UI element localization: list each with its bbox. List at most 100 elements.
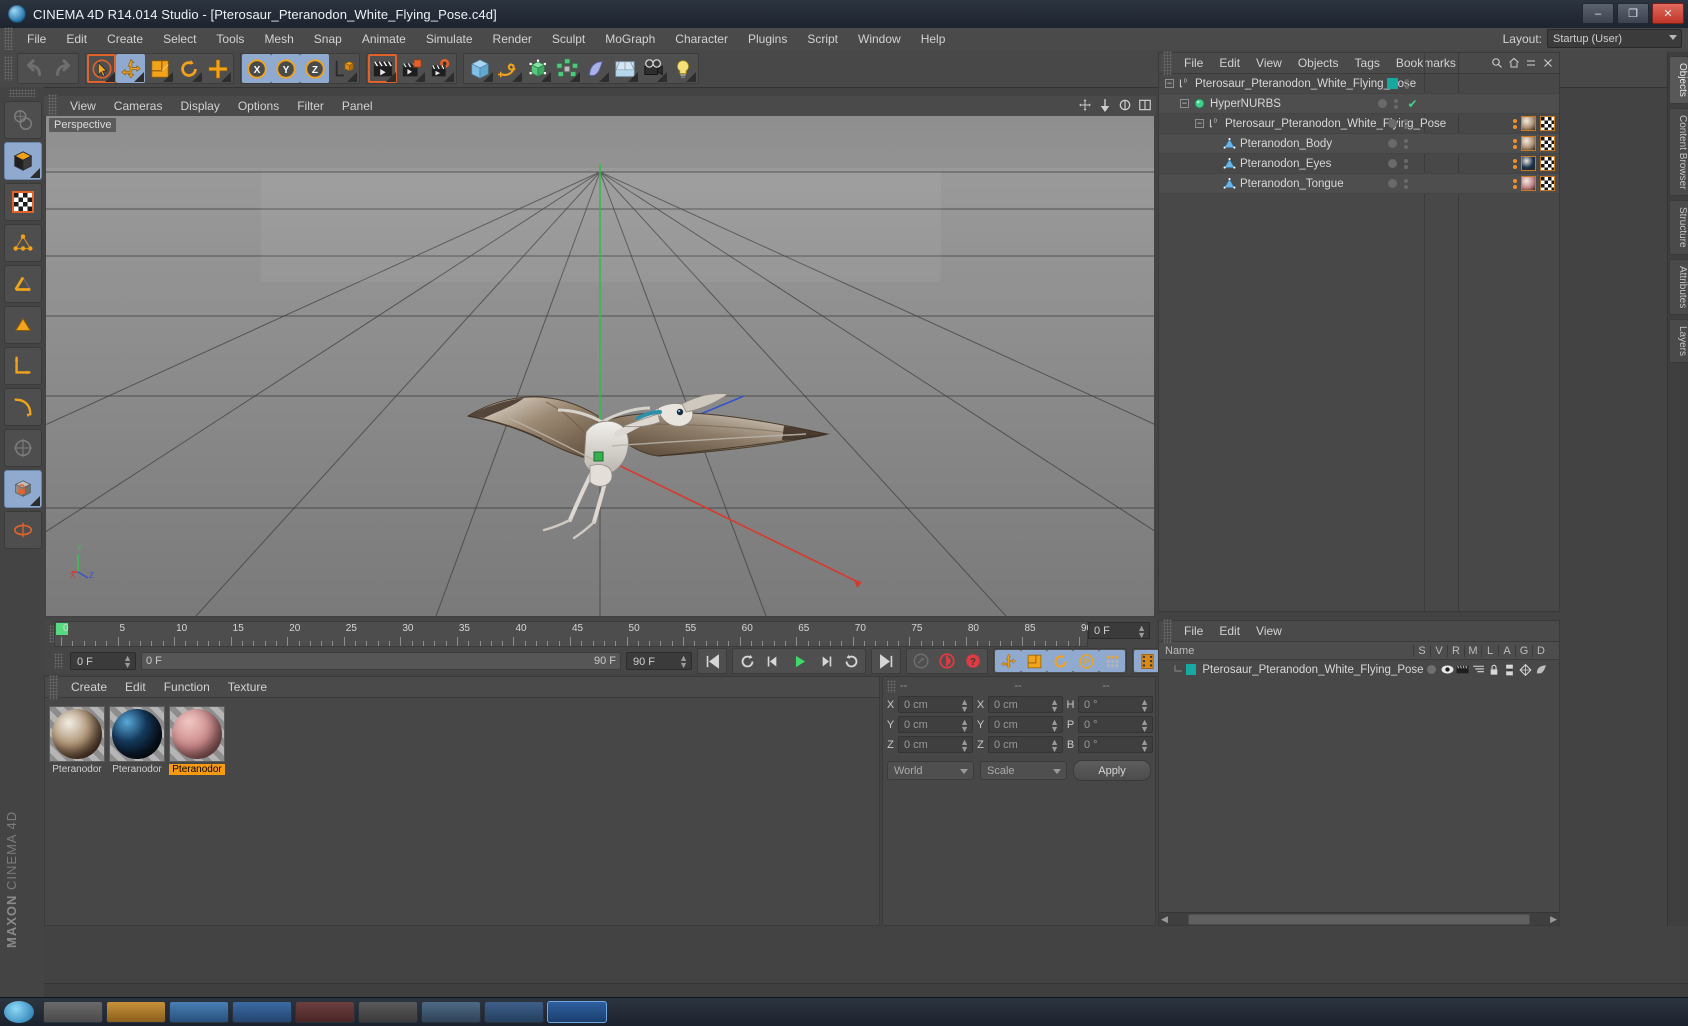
material-menu-function[interactable]: Function <box>155 677 219 697</box>
record-scale-button[interactable] <box>1021 650 1047 672</box>
object-row[interactable]: −0 Pterosaur_Pteranodon_White_Flying_Pose <box>1159 74 1559 94</box>
uvw-tag-icon[interactable] <box>1540 136 1555 151</box>
object-row[interactable]: Pteranodon_Eyes <box>1159 154 1559 174</box>
points-mode-button[interactable] <box>4 224 42 262</box>
coordinate-mode-dropdown[interactable]: Scale <box>980 761 1067 780</box>
menu-item-script[interactable]: Script <box>797 28 848 50</box>
material-item[interactable]: Pteranodor <box>49 706 105 775</box>
timeline-ruler[interactable]: 0 5 10 15 20 25 30 35 40 45 50 55 60 65 70 75 80 85 90 <box>54 621 1092 647</box>
dock-tab-objects[interactable]: Objects <box>1669 56 1688 104</box>
generators-icon[interactable] <box>1518 663 1534 676</box>
material-thumbnail[interactable] <box>109 706 165 762</box>
menu-item-simulate[interactable]: Simulate <box>416 28 483 50</box>
menu-grip[interactable] <box>4 26 13 52</box>
visibility-dot-icon[interactable] <box>1388 159 1397 168</box>
add-array-button[interactable] <box>552 54 581 83</box>
spinner-icon[interactable]: ▲ ▼ <box>1140 738 1149 754</box>
lock-x-button[interactable]: X <box>242 54 271 83</box>
visibility-dot-icon[interactable] <box>1388 139 1397 148</box>
go-to-start-button[interactable] <box>699 650 725 672</box>
menu-item-edit[interactable]: Edit <box>56 28 97 50</box>
layer-row[interactable]: Pterosaur_Pteranodon_White_Flying_Pose <box>1159 660 1559 679</box>
menu-item-snap[interactable]: Snap <box>304 28 352 50</box>
step-back-button[interactable] <box>760 650 786 672</box>
taskbar-item[interactable] <box>169 1001 229 1023</box>
axis-mode-button[interactable] <box>4 388 42 426</box>
layer-menu-edit[interactable]: Edit <box>1211 621 1248 641</box>
material-thumbnail[interactable] <box>49 706 105 762</box>
current-frame-field[interactable]: 0 F ▲ ▼ <box>1088 622 1150 640</box>
select-tool-button[interactable] <box>87 54 116 83</box>
add-tool-button[interactable] <box>203 54 232 83</box>
render-icon[interactable] <box>1455 664 1471 675</box>
material-item[interactable]: Pteranodor <box>109 706 165 775</box>
menu-item-character[interactable]: Character <box>665 28 738 50</box>
move-tool-button[interactable] <box>116 54 145 83</box>
spinner-icon[interactable]: ▲ ▼ <box>679 654 688 670</box>
rotation-h-field[interactable]: 0 ° ▲ ▼ <box>1078 696 1153 714</box>
maximize-button[interactable]: ❐ <box>1617 3 1649 24</box>
object-menu-bookmarks[interactable]: Bookmarks <box>1388 53 1464 73</box>
object-row[interactable]: −0 Pterosaur_Pteranodon_White_Flying_Pose <box>1159 114 1559 134</box>
menu-item-window[interactable]: Window <box>848 28 911 50</box>
menu-item-plugins[interactable]: Plugins <box>738 28 797 50</box>
add-nurbs-button[interactable] <box>523 54 552 83</box>
move-view-icon[interactable] <box>1078 98 1092 112</box>
animation-icon[interactable] <box>1502 664 1518 676</box>
menu-item-mograph[interactable]: MoGraph <box>595 28 665 50</box>
coordinate-grip[interactable] <box>887 679 896 693</box>
viewport-menu-panel[interactable]: Panel <box>333 96 382 116</box>
material-menu-create[interactable]: Create <box>62 677 116 697</box>
visibility-dot-icon[interactable] <box>1388 119 1397 128</box>
spinner-icon[interactable]: ▲ ▼ <box>960 718 969 734</box>
dock-tab-layers[interactable]: Layers <box>1669 319 1688 364</box>
step-forward-button[interactable] <box>812 650 838 672</box>
polygons-mode-button[interactable] <box>4 306 42 344</box>
taskbar-item[interactable] <box>484 1001 544 1023</box>
dock-tab-content-browser[interactable]: Content Browser <box>1669 107 1688 197</box>
menu-item-select[interactable]: Select <box>153 28 206 50</box>
viewport-menu-grip[interactable] <box>48 93 57 119</box>
eye-icon[interactable] <box>1439 664 1455 675</box>
timeline-scrollbar[interactable]: 0 F 90 F <box>141 652 621 670</box>
expander-collapse-icon[interactable]: − <box>1180 99 1189 108</box>
autokey-button[interactable] <box>908 650 934 672</box>
menu-item-render[interactable]: Render <box>483 28 542 50</box>
add-spline-button[interactable] <box>494 54 523 83</box>
render-view-button[interactable] <box>368 54 397 83</box>
spinner-icon[interactable]: ▲ ▼ <box>1137 624 1146 640</box>
scroll-left-arrow-icon[interactable]: ◀ <box>1161 914 1168 925</box>
add-camera-button[interactable] <box>639 54 668 83</box>
spinner-icon[interactable]: ▲ ▼ <box>1140 698 1149 714</box>
taskbar-item-active[interactable] <box>547 1001 607 1023</box>
lock-axis-button[interactable] <box>4 470 42 508</box>
edges-mode-button[interactable] <box>4 265 42 303</box>
add-cube-button[interactable] <box>465 54 494 83</box>
material-tag-icon[interactable] <box>1521 176 1536 191</box>
timeline-filmstrip-button[interactable] <box>1134 650 1160 672</box>
record-active-objects-button[interactable] <box>934 650 960 672</box>
collapse-icon[interactable] <box>1525 57 1537 69</box>
previous-key-button[interactable] <box>734 650 760 672</box>
coordinate-system-dropdown[interactable]: World <box>887 761 974 780</box>
object-menu-objects[interactable]: Objects <box>1290 53 1347 73</box>
material-tag-icon[interactable] <box>1521 116 1536 131</box>
size-x-field[interactable]: 0 cm ▲ ▼ <box>988 696 1063 714</box>
redo-button[interactable] <box>48 54 77 83</box>
position-z-field[interactable]: 0 cm ▲ ▼ <box>898 736 973 754</box>
layer-horizontal-scrollbar[interactable]: ◀ ▶ <box>1159 912 1559 925</box>
menu-item-help[interactable]: Help <box>911 28 956 50</box>
lock-z-button[interactable]: Z <box>300 54 329 83</box>
solo-dot-icon[interactable] <box>1424 665 1440 674</box>
start-button-icon[interactable] <box>4 1001 34 1023</box>
play-button[interactable] <box>786 650 812 672</box>
object-row[interactable]: Pteranodon_Body <box>1159 134 1559 154</box>
layer-menu-view[interactable]: View <box>1248 621 1290 641</box>
viewport-menu-filter[interactable]: Filter <box>288 96 333 116</box>
object-visibility-dots[interactable] <box>1375 154 1421 173</box>
visibility-dot-icon[interactable] <box>1388 179 1397 188</box>
visibility-dot-stack[interactable] <box>1394 98 1399 109</box>
controls-grip[interactable] <box>54 653 63 669</box>
add-deformer-button[interactable] <box>581 54 610 83</box>
size-z-field[interactable]: 0 cm ▲ ▼ <box>988 736 1063 754</box>
